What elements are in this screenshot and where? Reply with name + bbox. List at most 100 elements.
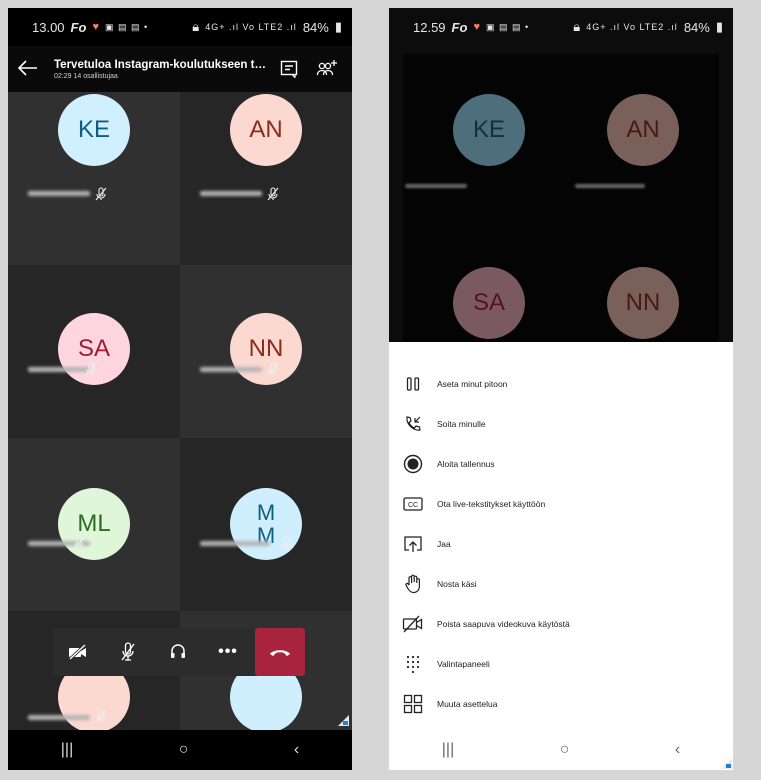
status-bar: 12.59 Fo ♥ ▣ ▤ ▤ • 🔒︎ 4G+ .ıl Vo LTE2 .ı… bbox=[389, 8, 733, 46]
menu-item-label: Soita minulle bbox=[437, 419, 486, 429]
lock-icon: 🔒︎ bbox=[573, 19, 581, 34]
svg-text:CC: CC bbox=[408, 502, 418, 509]
avatar: ML bbox=[58, 488, 130, 560]
participant-name-blurred bbox=[28, 367, 90, 372]
mic-off-icon bbox=[85, 362, 97, 376]
status-time: 12.59 bbox=[413, 19, 446, 35]
avatar: AN bbox=[230, 94, 302, 166]
corner-icon bbox=[721, 758, 732, 769]
phone-hangup-icon bbox=[270, 650, 290, 656]
home-icon[interactable]: ○ bbox=[179, 741, 189, 759]
call-me-icon bbox=[389, 415, 437, 433]
participant-tile[interactable]: SA bbox=[8, 265, 180, 438]
android-nav-bar: ||| ○ ‹ bbox=[8, 730, 352, 770]
menu-item-share[interactable]: Jaa bbox=[389, 524, 733, 564]
menu-item-label: Valintapaneeli bbox=[437, 659, 490, 669]
back-icon[interactable]: ‹ bbox=[294, 741, 299, 759]
call-header: Tervetuloa Instagram-koulutukseen to 2… … bbox=[8, 46, 352, 92]
recents-icon[interactable]: ||| bbox=[442, 741, 454, 759]
participant-tile[interactable]: NN bbox=[180, 265, 352, 438]
notification-icons: ▣ ▤ ▤ • bbox=[104, 21, 149, 32]
app-badge: Fo bbox=[70, 19, 87, 35]
mic-off-icon bbox=[267, 362, 279, 376]
avatar: SA bbox=[453, 267, 525, 339]
menu-item-record[interactable]: Aloita tallennus bbox=[389, 444, 733, 484]
status-time: 13.00 bbox=[32, 19, 65, 35]
avatar: KE bbox=[453, 94, 525, 166]
participant-tile[interactable]: M M bbox=[180, 438, 352, 611]
dimmed-participant-tile: AN bbox=[575, 54, 733, 227]
avatar: KE bbox=[58, 94, 130, 166]
dialpad-icon bbox=[389, 654, 437, 674]
lock-icon: 🔒︎ bbox=[192, 19, 200, 34]
menu-item-label: Jaa bbox=[437, 539, 451, 549]
signal-icons: 4G+ .ıl Vo LTE2 .ıl bbox=[586, 22, 678, 32]
record-icon bbox=[389, 454, 437, 474]
hold-icon bbox=[389, 376, 437, 392]
menu-item-change-layout[interactable]: Muuta asettelua bbox=[389, 684, 733, 724]
video-off-icon bbox=[389, 615, 437, 633]
menu-item-hold[interactable]: Aseta minut pitoon bbox=[389, 364, 733, 404]
battery-level: 84% bbox=[302, 19, 329, 35]
signal-icons: 4G+ .ıl Vo LTE2 .ıl bbox=[205, 22, 297, 32]
battery-icon: ▮ bbox=[715, 19, 723, 34]
menu-item-call-me[interactable]: Soita minulle bbox=[389, 404, 733, 444]
mic-off-icon bbox=[281, 536, 293, 550]
menu-item-label: Nosta käsi bbox=[437, 579, 477, 589]
raise-hand-icon bbox=[389, 574, 437, 594]
participant-name-blurred bbox=[200, 541, 270, 546]
menu-item-dialpad[interactable]: Valintapaneeli bbox=[389, 644, 733, 684]
menu-item-label: Aloita tallennus bbox=[437, 459, 495, 469]
participant-name-blurred bbox=[405, 184, 467, 188]
dimmed-call-background: KE AN SA NN bbox=[389, 46, 733, 342]
battery-icon: ▮ bbox=[334, 19, 342, 34]
mic-off-icon bbox=[73, 536, 85, 550]
call-screen-left: 13.00 Fo ♥ ▣ ▤ ▤ • 🔒︎ 4G+ .ıl Vo LTE2 .ı… bbox=[8, 8, 352, 770]
mic-off-icon[interactable] bbox=[103, 628, 153, 676]
menu-item-label: Aseta minut pitoon bbox=[437, 379, 508, 389]
participant-tile[interactable]: ML bbox=[8, 438, 180, 611]
chat-icon[interactable] bbox=[274, 60, 304, 78]
participant-name-blurred bbox=[28, 715, 90, 720]
corner-icon bbox=[338, 715, 349, 726]
avatar: NN bbox=[607, 267, 679, 339]
captions-icon: CC bbox=[389, 497, 437, 511]
heart-icon: ♥ bbox=[92, 21, 99, 33]
back-arrow-icon[interactable] bbox=[17, 56, 54, 82]
back-icon[interactable]: ‹ bbox=[675, 741, 680, 759]
status-bar: 13.00 Fo ♥ ▣ ▤ ▤ • 🔒︎ 4G+ .ıl Vo LTE2 .ı… bbox=[8, 8, 352, 46]
mic-off-icon bbox=[267, 187, 279, 201]
add-participant-icon[interactable] bbox=[312, 59, 342, 79]
mic-off-icon bbox=[95, 187, 107, 201]
participant-name-blurred bbox=[200, 367, 262, 372]
menu-item-label: Muuta asettelua bbox=[437, 699, 498, 709]
layout-icon bbox=[389, 694, 437, 714]
app-badge: Fo bbox=[451, 19, 468, 35]
notification-icons: ▣ ▤ ▤ • bbox=[485, 21, 530, 32]
recents-icon[interactable]: ||| bbox=[61, 741, 73, 759]
meeting-duration-participants: 02:29 14 osallistujaa bbox=[54, 72, 118, 80]
heart-icon: ♥ bbox=[473, 21, 480, 33]
hang-up-button[interactable] bbox=[255, 628, 305, 676]
menu-item-raise-hand[interactable]: Nosta käsi bbox=[389, 564, 733, 604]
menu-item-incoming-video-off[interactable]: Poista saapuva videokuva käytöstä bbox=[389, 604, 733, 644]
participant-tile[interactable]: KE bbox=[8, 92, 180, 265]
android-nav-bar: ||| ○ ‹ bbox=[389, 730, 733, 770]
more-options-icon[interactable]: ••• bbox=[203, 628, 253, 676]
headset-icon[interactable] bbox=[153, 628, 203, 676]
call-menu-screen-right: 12.59 Fo ♥ ▣ ▤ ▤ • 🔒︎ 4G+ .ıl Vo LTE2 .ı… bbox=[389, 8, 733, 770]
dimmed-participant-tile: KE bbox=[403, 54, 575, 227]
video-off-icon[interactable] bbox=[53, 628, 103, 676]
participant-name-blurred bbox=[575, 184, 645, 188]
home-icon[interactable]: ○ bbox=[560, 741, 570, 759]
menu-item-label: Poista saapuva videokuva käytöstä bbox=[437, 619, 570, 629]
participant-name-blurred bbox=[28, 191, 90, 196]
mic-off-icon bbox=[95, 709, 107, 723]
share-icon bbox=[389, 535, 437, 553]
meeting-title: Tervetuloa Instagram-koulutukseen to 2… bbox=[54, 58, 266, 71]
avatar: AN bbox=[607, 94, 679, 166]
participant-name-blurred bbox=[200, 191, 262, 196]
participant-tile[interactable]: AN bbox=[180, 92, 352, 265]
battery-level: 84% bbox=[683, 19, 710, 35]
menu-item-captions[interactable]: CC Ota live-tekstitykset käyttöön bbox=[389, 484, 733, 524]
